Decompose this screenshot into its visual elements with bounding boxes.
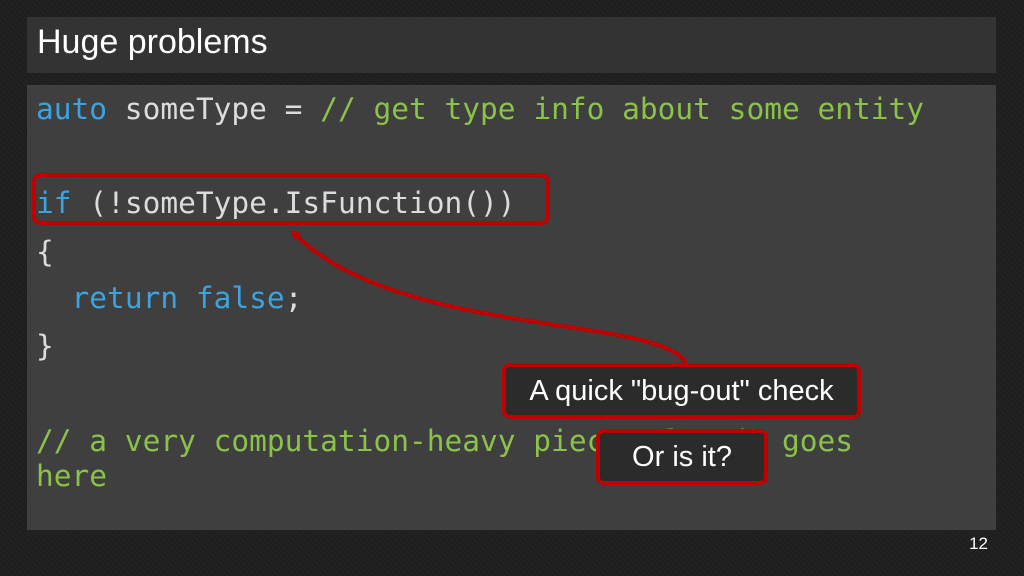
arrow-path — [290, 229, 688, 366]
page-number: 12 — [969, 534, 988, 553]
bug-out-callout: A quick "bug-out" check — [502, 363, 861, 419]
or-is-it-callout: Or is it? — [596, 429, 768, 485]
callout-arrow — [290, 229, 688, 366]
